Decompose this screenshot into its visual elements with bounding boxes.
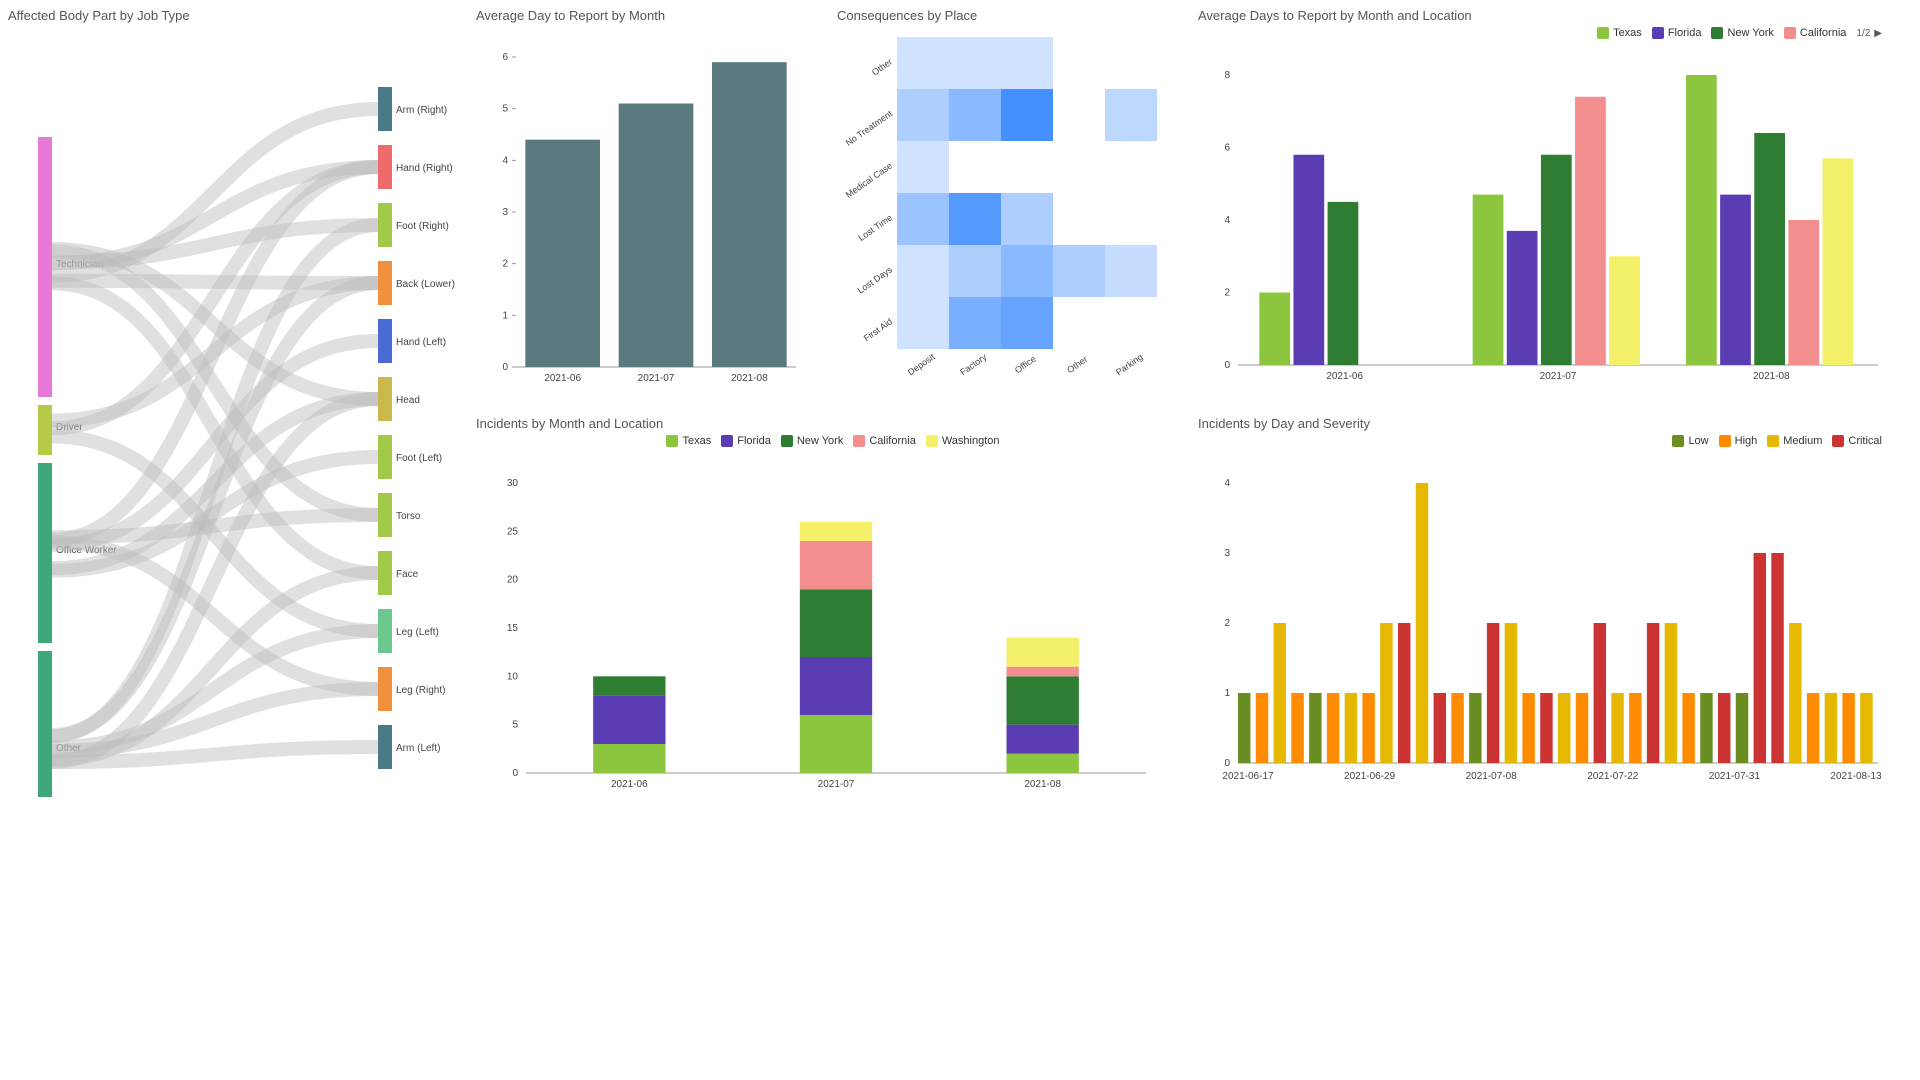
svg-text:10: 10: [507, 671, 519, 682]
svg-text:2021-07-31: 2021-07-31: [1709, 771, 1761, 782]
svg-text:2021-07-08: 2021-07-08: [1466, 771, 1518, 782]
heatmap-title: Consequences by Place: [837, 8, 1190, 23]
legend-item[interactable]: Medium: [1767, 435, 1822, 447]
svg-text:4: 4: [1224, 478, 1230, 489]
svg-text:5: 5: [512, 720, 518, 731]
heatmap-chart: Consequences by Place Other No Treatment M…: [837, 8, 1190, 408]
svg-text:Leg (Left): Leg (Left): [396, 627, 439, 638]
svg-text:Back (Lower): Back (Lower): [396, 279, 455, 290]
svg-text:2021-06: 2021-06: [544, 373, 581, 384]
legend-item[interactable]: Florida: [721, 435, 771, 447]
svg-text:Leg (Right): Leg (Right): [396, 685, 445, 696]
svg-text:0: 0: [512, 768, 518, 779]
svg-text:2021-07: 2021-07: [638, 373, 675, 384]
svg-text:2021-07: 2021-07: [1540, 371, 1577, 382]
svg-text:5: 5: [502, 104, 508, 115]
svg-text:Factory: Factory: [958, 352, 989, 378]
svg-text:0: 0: [1224, 360, 1230, 371]
legend-item[interactable]: Texas: [666, 435, 711, 447]
svg-text:Other: Other: [1065, 354, 1089, 375]
svg-text:4: 4: [502, 155, 508, 166]
legend-item[interactable]: Washington: [926, 435, 1000, 447]
svg-text:2021-07: 2021-07: [818, 779, 855, 790]
svg-text:2021-06-29: 2021-06-29: [1344, 771, 1396, 782]
legend-item[interactable]: Critical: [1832, 435, 1882, 447]
svg-text:2021-07-22: 2021-07-22: [1587, 771, 1639, 782]
inc-loc-chart: Incidents by Month and Location Texas Flo…: [476, 416, 1190, 816]
svg-text:Parking: Parking: [1114, 352, 1145, 378]
svg-text:2021-06: 2021-06: [611, 779, 648, 790]
legend-pager[interactable]: 1/2 ▶: [1856, 27, 1882, 39]
svg-text:First Aid: First Aid: [862, 316, 894, 343]
legend-item[interactable]: California: [853, 435, 915, 447]
svg-text:25: 25: [507, 526, 519, 537]
svg-text:Other: Other: [870, 56, 894, 77]
legend-item[interactable]: New York: [781, 435, 843, 447]
avg-loc-title: Average Days to Report by Month and Loca…: [1198, 8, 1912, 23]
svg-text:Medical Case: Medical Case: [844, 160, 894, 199]
svg-text:Hand (Left): Hand (Left): [396, 337, 446, 348]
svg-text:2: 2: [502, 259, 508, 270]
svg-text:1: 1: [502, 310, 508, 321]
svg-text:2021-08: 2021-08: [1753, 371, 1790, 382]
svg-text:0: 0: [1224, 758, 1230, 769]
svg-text:2021-08-13: 2021-08-13: [1830, 771, 1882, 782]
svg-text:Lost Time: Lost Time: [856, 212, 894, 243]
legend-item[interactable]: Florida: [1652, 27, 1702, 39]
svg-text:2: 2: [1224, 618, 1230, 629]
legend-item[interactable]: High: [1719, 435, 1758, 447]
svg-text:3: 3: [1224, 548, 1230, 559]
legend-item[interactable]: New York: [1711, 27, 1773, 39]
svg-text:Arm (Left): Arm (Left): [396, 743, 440, 754]
svg-text:4: 4: [1224, 215, 1230, 226]
svg-text:6: 6: [1224, 143, 1230, 154]
legend-item[interactable]: California: [1784, 27, 1846, 39]
svg-text:No Treatment: No Treatment: [844, 108, 895, 148]
svg-text:1: 1: [1224, 688, 1230, 699]
svg-text:Foot (Left): Foot (Left): [396, 453, 442, 464]
svg-text:2021-06: 2021-06: [1326, 371, 1363, 382]
svg-text:2021-06-17: 2021-06-17: [1222, 771, 1274, 782]
avg-loc-chart: Average Days to Report by Month and Loca…: [1198, 8, 1912, 408]
svg-text:3: 3: [502, 207, 508, 218]
svg-text:30: 30: [507, 478, 519, 489]
svg-text:Lost Days: Lost Days: [856, 264, 895, 295]
svg-text:2021-08: 2021-08: [731, 373, 768, 384]
sankey-chart: Affected Body Part by Job Type Technicia…: [8, 8, 468, 816]
legend-item[interactable]: Low: [1672, 435, 1708, 447]
sankey-title: Affected Body Part by Job Type: [8, 8, 468, 23]
avg-report-chart: Average Day to Report by Month 0 1 2 3 4 5 6 20…: [476, 8, 829, 408]
inc-loc-title: Incidents by Month and Location: [476, 416, 1190, 431]
svg-text:Torso: Torso: [396, 511, 421, 522]
svg-text:2021-08: 2021-08: [1024, 779, 1061, 790]
svg-text:6: 6: [502, 52, 508, 63]
svg-text:Head: Head: [396, 395, 420, 406]
avg-report-title: Average Day to Report by Month: [476, 8, 829, 23]
svg-text:8: 8: [1224, 70, 1230, 81]
svg-text:Office: Office: [1013, 354, 1038, 376]
inc-day-chart: Incidents by Day and Severity Low High Med…: [1198, 416, 1912, 816]
svg-text:15: 15: [507, 623, 519, 634]
svg-text:20: 20: [507, 575, 519, 586]
svg-text:Hand (Right): Hand (Right): [396, 163, 453, 174]
svg-text:Deposit: Deposit: [906, 351, 937, 377]
svg-text:2: 2: [1224, 288, 1230, 299]
svg-text:0: 0: [502, 362, 508, 373]
svg-text:Face: Face: [396, 569, 419, 580]
svg-text:Arm (Right): Arm (Right): [396, 105, 447, 116]
inc-day-title: Incidents by Day and Severity: [1198, 416, 1912, 431]
svg-text:Foot (Right): Foot (Right): [396, 221, 449, 232]
legend-item[interactable]: Texas: [1597, 27, 1642, 39]
